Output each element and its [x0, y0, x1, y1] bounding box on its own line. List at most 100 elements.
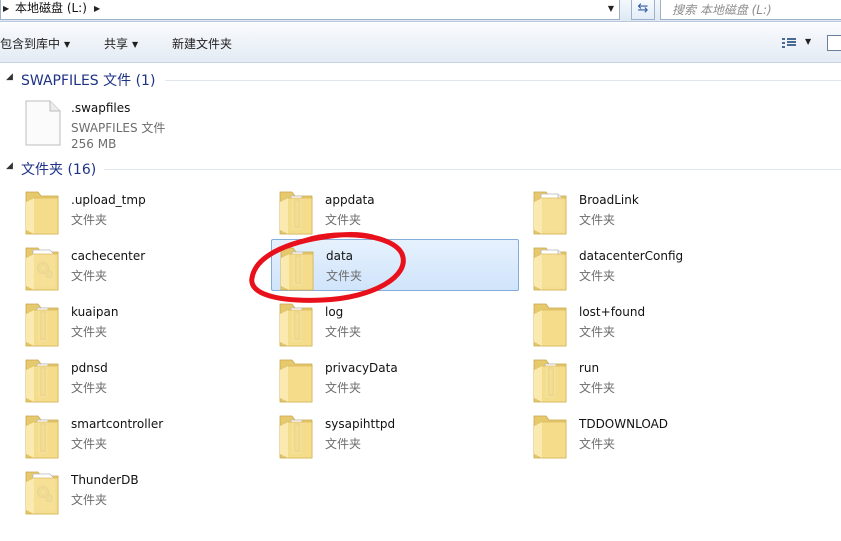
- folder-files-icon: [20, 356, 64, 404]
- folder-files-icon: [20, 300, 64, 348]
- item-type: 文件夹: [325, 381, 362, 395]
- collapse-triangle-icon[interactable]: ◢: [6, 161, 13, 171]
- command-bar: 包含到库中 ▼ 共享 ▼ 新建文件夹 ▼: [0, 23, 841, 63]
- folder-files-icon: [20, 412, 64, 460]
- new-folder-label: 新建文件夹: [172, 37, 233, 51]
- folder-item[interactable]: ThunderDB 文件夹: [17, 464, 265, 516]
- folder-item[interactable]: pdnsd 文件夹: [17, 352, 265, 404]
- folder-empty-icon: [528, 412, 572, 460]
- group-divider: [104, 169, 841, 170]
- group-header[interactable]: ◢ SWAPFILES 文件 (1): [0, 70, 841, 89]
- folder-item[interactable]: run 文件夹: [525, 352, 773, 404]
- item-type: 文件夹: [71, 493, 108, 507]
- item-name: sysapihttpd: [325, 417, 396, 431]
- folder-doc-icon: [528, 244, 572, 292]
- chevron-down-icon: ▼: [64, 40, 71, 49]
- share-button[interactable]: 共享 ▼: [104, 35, 138, 52]
- folder-empty-icon: [274, 356, 318, 404]
- breadcrumb-drive[interactable]: 本地磁盘 (L:): [15, 0, 87, 17]
- folder-item[interactable]: TDDOWNLOAD 文件夹: [525, 408, 773, 460]
- item-name: data: [326, 249, 354, 263]
- folder-item[interactable]: kuaipan 文件夹: [17, 296, 265, 348]
- refresh-icon: ⇆: [637, 1, 649, 16]
- group-title: SWAPFILES 文件 (1): [21, 73, 156, 89]
- share-label: 共享: [104, 37, 129, 51]
- item-name: datacenterConfig: [579, 249, 684, 263]
- item-type: 文件夹: [579, 381, 616, 395]
- item-name: TDDOWNLOAD: [579, 417, 669, 431]
- item-type: 文件夹: [71, 381, 108, 395]
- item-name: privacyData: [325, 361, 398, 375]
- item-type: 文件夹: [326, 269, 363, 283]
- group-title: 文件夹 (16): [21, 162, 97, 178]
- folder-item[interactable]: .upload_tmp 文件夹: [17, 184, 265, 236]
- group-divider: [165, 80, 841, 81]
- group-header[interactable]: ◢ 文件夹 (16): [0, 159, 841, 178]
- view-options-dropdown-icon[interactable]: ▼: [805, 37, 811, 46]
- item-name: .swapfiles: [71, 101, 131, 115]
- folder-item[interactable]: appdata 文件夹: [271, 184, 519, 236]
- folder-settings-icon: [20, 244, 64, 292]
- new-folder-button[interactable]: 新建文件夹: [172, 35, 232, 52]
- item-name: .upload_tmp: [71, 193, 146, 207]
- item-type: 文件夹: [325, 325, 362, 339]
- item-type: 文件夹: [325, 437, 362, 451]
- preview-pane-button[interactable]: [827, 35, 841, 51]
- include-in-library-button[interactable]: 包含到库中 ▼: [0, 35, 70, 52]
- item-name: ThunderDB: [71, 473, 139, 487]
- folder-item[interactable]: privacyData 文件夹: [271, 352, 519, 404]
- folder-item[interactable]: BroadLink 文件夹: [525, 184, 773, 236]
- folder-item[interactable]: sysapihttpd 文件夹: [271, 408, 519, 460]
- item-type: SWAPFILES 文件: [71, 121, 166, 135]
- item-name: kuaipan: [71, 305, 119, 319]
- item-name: run: [579, 361, 600, 375]
- file-item[interactable]: .swapfiles SWAPFILES 文件 256 MB: [17, 95, 265, 151]
- breadcrumb-chevron-icon[interactable]: ▶: [94, 0, 100, 17]
- folder-item[interactable]: lost+found 文件夹: [525, 296, 773, 348]
- item-name: cachecenter: [71, 249, 146, 263]
- folder-item[interactable]: cachecenter 文件夹: [17, 240, 265, 292]
- change-view-icon[interactable]: [782, 37, 796, 50]
- folder-files-icon: [275, 244, 319, 292]
- item-type: 文件夹: [579, 437, 616, 451]
- file-icon: [20, 99, 64, 147]
- item-type: 文件夹: [71, 437, 108, 451]
- folder-files-icon: [274, 412, 318, 460]
- item-name: lost+found: [579, 305, 646, 319]
- item-type: 文件夹: [71, 213, 108, 227]
- folder-item[interactable]: data 文件夹: [271, 239, 519, 291]
- include-in-library-label: 包含到库中: [0, 37, 61, 51]
- folder-item[interactable]: log 文件夹: [271, 296, 519, 348]
- folder-settings-icon: [20, 468, 64, 516]
- folder-item[interactable]: datacenterConfig 文件夹: [525, 240, 773, 292]
- folder-files-icon: [274, 300, 318, 348]
- item-type: 文件夹: [579, 325, 616, 339]
- item-name: BroadLink: [579, 193, 639, 207]
- folder-files-icon: [274, 188, 318, 236]
- folder-empty-icon: [20, 188, 64, 236]
- chevron-down-icon: ▼: [132, 40, 139, 49]
- item-name: log: [325, 305, 344, 319]
- address-bar-area: ▶ 本地磁盘 (L:) ▶ ▼ ⇆ 搜索 本地磁盘 (L:): [0, 0, 841, 22]
- folder-item[interactable]: smartcontroller 文件夹: [17, 408, 265, 460]
- item-name: appdata: [325, 193, 375, 207]
- folder-files-icon: [528, 356, 572, 404]
- item-type: 文件夹: [71, 325, 108, 339]
- folder-doc-icon: [528, 188, 572, 236]
- address-history-dropdown-icon[interactable]: ▼: [605, 0, 617, 17]
- search-placeholder: 搜索 本地磁盘 (L:): [672, 3, 772, 17]
- search-box[interactable]: 搜索 本地磁盘 (L:): [660, 0, 841, 20]
- breadcrumb-root-arrow-icon[interactable]: ▶: [3, 0, 9, 17]
- item-size: 256 MB: [71, 137, 117, 151]
- item-name: smartcontroller: [71, 417, 164, 431]
- item-type: 文件夹: [325, 213, 362, 227]
- explorer-window: ▶ 本地磁盘 (L:) ▶ ▼ ⇆ 搜索 本地磁盘 (L:) 包含到库中 ▼ 共享…: [0, 0, 841, 541]
- item-type: 文件夹: [579, 213, 616, 227]
- collapse-triangle-icon[interactable]: ◢: [6, 72, 13, 82]
- item-type: 文件夹: [71, 269, 108, 283]
- item-type: 文件夹: [579, 269, 616, 283]
- address-bar[interactable]: ▶ 本地磁盘 (L:) ▶ ▼: [0, 0, 620, 20]
- item-name: pdnsd: [71, 361, 108, 375]
- folder-empty-icon: [528, 300, 572, 348]
- refresh-button[interactable]: ⇆: [631, 0, 655, 20]
